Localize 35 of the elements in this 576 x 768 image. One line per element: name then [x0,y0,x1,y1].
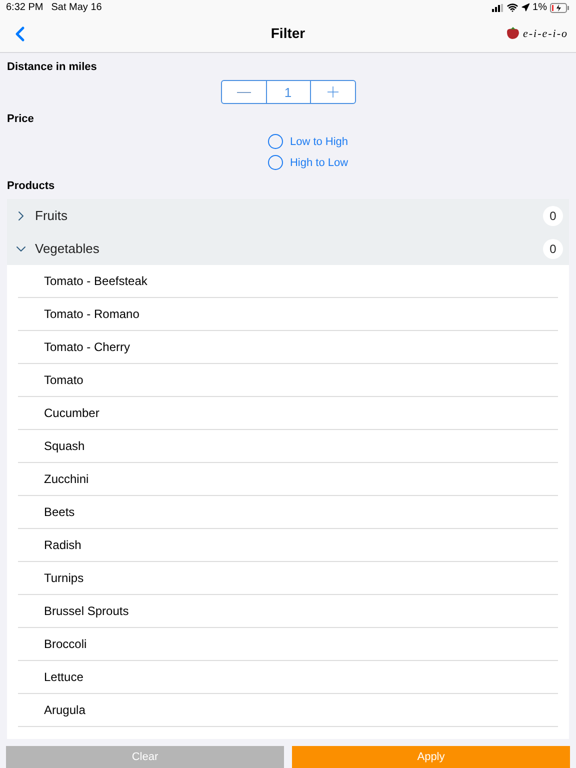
product-item[interactable]: Arugula [44,701,86,720]
product-item[interactable]: Cucumber [44,404,100,422]
product-item[interactable]: Broccoli [44,635,87,654]
price-radio[interactable]: High to Low [268,154,348,171]
status-time: 6:32 PM [6,1,44,16]
distance-value: 1 [266,81,310,104]
count-badge: 0 [543,238,563,259]
product-item[interactable]: Radish [44,536,82,554]
category-row[interactable]: Vegetables 0 [7,232,569,266]
logo-text: e-i-e-i-o [522,26,568,42]
location-icon [520,3,530,12]
minus-icon [236,92,250,93]
product-item[interactable]: Turnips [44,569,84,588]
product-item[interactable]: Beets [44,503,75,522]
battery-percent: 1% [532,1,547,16]
strawberry-icon [506,27,520,40]
products-label: Products [6,178,56,194]
category-row[interactable]: Fruits 0 [7,199,569,232]
battery-icon [550,2,570,13]
status-date: Sat May 16 [51,1,102,16]
product-item[interactable]: Lettuce [44,668,84,686]
wifi-icon [506,2,518,14]
page-title: Filter [270,24,306,44]
product-item[interactable]: Tomato - Beefsteak [44,272,148,290]
product-item[interactable]: Tomato - Cherry [44,338,130,356]
price-label: Price [6,112,35,128]
product-item[interactable]: Squash [44,437,85,456]
product-item[interactable]: Zucchini [44,470,89,488]
product-item[interactable]: Brussel Sprouts [44,602,129,620]
price-radio[interactable]: Low to High [268,134,348,150]
distance-label: Distance in miles [6,60,98,75]
signal-icon [492,4,504,12]
product-item[interactable]: Tomato [44,371,84,390]
count-badge: 0 [543,206,563,226]
product-item[interactable]: Tomato - Romano [44,305,140,324]
